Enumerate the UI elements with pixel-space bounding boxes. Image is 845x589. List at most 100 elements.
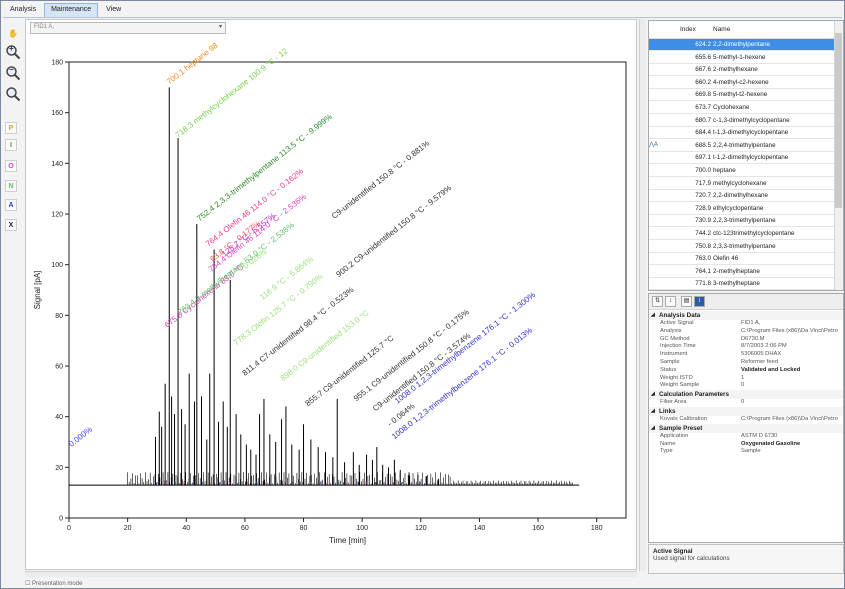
component-name: 2,3,3-trimethylpentane <box>713 242 776 250</box>
list-item[interactable]: 763.0 Olefin 46 <box>649 253 835 266</box>
alphabetical-sort-icon[interactable]: ↕ <box>665 296 676 307</box>
property-category[interactable]: ◢ Analysis Data <box>649 311 843 320</box>
property-category[interactable]: ◢ Calculation Parameters <box>649 390 843 400</box>
property-row[interactable]: Analysis C:\Program Files (x86)\Da Vinci\… <box>649 327 843 336</box>
property-row[interactable]: Injection Time 8/7/2003 2:06 PM <box>649 343 843 351</box>
x-tick-label: 160 <box>532 525 544 532</box>
zoom-out-icon[interactable]: − <box>5 65 21 81</box>
retention-index: 728.9 <box>695 204 711 212</box>
property-key: Instrument <box>660 351 688 358</box>
property-row[interactable]: Weight Sample 0 <box>649 382 843 390</box>
column-header-name[interactable]: Name <box>713 26 730 33</box>
component-name: 4-methyl-c2-hexene <box>713 78 769 86</box>
property-row[interactable]: GC Method D6730.M <box>649 335 843 344</box>
olefins-filter-icon[interactable]: O <box>5 160 17 172</box>
property-row[interactable]: Name Oxygenated Gasoline <box>649 440 843 449</box>
vertical-scrollbar[interactable] <box>639 19 646 571</box>
peak-marker-dot <box>301 482 304 484</box>
list-item[interactable]: 744.2 ctc-123trimethylcyclopentane <box>649 228 835 240</box>
list-item[interactable]: 764.1 2-methylheptane <box>649 266 835 278</box>
description-text: Used signal for calculations <box>653 555 730 562</box>
peak-marker-dot <box>337 482 340 484</box>
x-tick-label: 20 <box>124 525 132 532</box>
paraffins-filter-icon[interactable]: P <box>5 122 17 134</box>
property-value: FID1 A, <box>741 320 761 326</box>
property-pages-icon[interactable]: ▤ <box>681 296 692 307</box>
component-name: c-1,3-dimethylcyclopentane <box>713 116 790 124</box>
list-item[interactable]: 717.9 methylcyclohexane <box>649 178 835 190</box>
property-row[interactable]: Instrument 5306005 DHAX <box>649 351 843 359</box>
component-name: 2,2,4-trimethylpentane <box>713 141 776 149</box>
peak-marker-dot <box>319 482 322 484</box>
unknowns-filter-icon[interactable]: X <box>5 219 17 231</box>
list-item[interactable]: 624.2 2,2-dimethylpentane <box>649 39 835 51</box>
retention-index: 684.4 <box>695 129 711 137</box>
property-row[interactable]: Type Sample <box>649 448 843 456</box>
categorized-sort-icon[interactable]: ⇅ <box>652 296 663 307</box>
property-category[interactable]: ◢ Links <box>649 407 843 416</box>
aromatics-filter-icon[interactable]: A <box>5 199 17 211</box>
retention-index: 655.6 <box>695 53 711 61</box>
property-value: Validated and Locked <box>741 366 801 373</box>
list-scroll-thumb[interactable] <box>835 33 842 208</box>
retention-index: 763.0 <box>695 255 711 263</box>
component-name: Cyclohexane <box>713 104 750 111</box>
collapse-icon[interactable]: ◢ <box>651 425 655 431</box>
list-item[interactable]: 688.5 2,2,4-trimethylpentane ⋀A <box>649 140 835 152</box>
property-row[interactable]: Active Signal FID1 A, <box>649 320 843 328</box>
isoparaffins-filter-icon[interactable]: I <box>5 139 17 151</box>
tab-analysis[interactable]: Analysis <box>3 3 43 17</box>
list-item[interactable]: 730.9 2,2,3-trimethylpentane <box>649 215 835 228</box>
column-header-index[interactable]: Index <box>680 26 696 33</box>
list-item[interactable]: 750.8 2,3,3-trimethylpentane <box>649 241 835 253</box>
property-value: Sample <box>741 448 761 455</box>
component-name: 5-methyl-1-hexene <box>713 53 766 61</box>
retention-index: 660.2 <box>695 78 711 86</box>
y-tick-label: 100 <box>51 262 63 269</box>
horizontal-scrollbar[interactable] <box>25 571 637 577</box>
list-item[interactable]: 673.7 Cyclohexane <box>649 102 835 114</box>
list-item[interactable]: 669.8 5-methyl-t2-hexene <box>649 89 835 102</box>
list-item[interactable]: 728.9 ethylcyclopentane <box>649 203 835 215</box>
property-key: Weight Sample <box>660 382 700 389</box>
property-row[interactable]: Kovats Calibration C:\Program Files (x86)… <box>649 416 843 424</box>
list-item[interactable]: 697.1 t-1,2-dimethylcyclopentane <box>649 152 835 165</box>
collapse-icon[interactable]: ◢ <box>651 391 655 397</box>
zoom-in-icon[interactable]: + <box>5 44 21 60</box>
list-item[interactable]: 720.7 2,2-dimethylhexane <box>649 190 835 203</box>
list-item[interactable]: 655.6 5-methyl-1-hexene <box>649 52 835 64</box>
x-tick-label: 140 <box>474 525 486 532</box>
pan-hand-icon[interactable]: ✋ <box>5 25 21 41</box>
x-tick-label: 0 <box>67 525 71 532</box>
chromatogram-chart[interactable]: 0 20 40 60 80 100 120 140 160 180 0 20 40 60 80 100 120 1… <box>26 20 638 571</box>
tab-view[interactable]: View <box>99 3 128 17</box>
tab-maintenance[interactable]: Maintenance <box>44 3 99 17</box>
presentation-mode-label[interactable]: ☐ Presentation mode <box>25 580 82 587</box>
info-icon[interactable]: i <box>694 296 705 307</box>
collapse-icon[interactable]: ◢ <box>651 408 655 414</box>
property-key: Analysis <box>660 327 682 334</box>
list-item[interactable]: 680.7 c-1,3-dimethylcyclopentane <box>649 115 835 127</box>
peak-link-icon[interactable]: ⋀A <box>649 140 673 151</box>
property-category[interactable]: ◢ Sample Preset <box>649 423 843 433</box>
list-item[interactable]: 684.4 t-1,3-dimethylcyclopentane <box>649 127 835 140</box>
component-name: 2,2-dimethylhexane <box>713 192 768 200</box>
property-row[interactable]: Sample Reformer feed <box>649 359 843 367</box>
presentation-mode-text: Presentation mode <box>32 581 83 587</box>
list-item[interactable]: 667.6 2-methylhexane <box>649 64 835 77</box>
list-item[interactable]: 700.0 heptane <box>649 165 835 177</box>
list-scrollbar[interactable] <box>834 21 843 290</box>
collapse-icon[interactable]: ◢ <box>651 312 655 318</box>
property-row[interactable]: Status Validated and Locked <box>649 366 843 375</box>
property-row[interactable]: Weight ISTD 1 <box>649 375 843 383</box>
list-item[interactable]: 771.8 3-methylheptane <box>649 278 835 290</box>
property-row[interactable]: Application ASTM D 6730 <box>649 433 843 441</box>
naphthenes-filter-icon[interactable]: N <box>5 180 17 192</box>
list-item[interactable]: 660.2 4-methyl-c2-hexene <box>649 77 835 89</box>
peak-marker-dot <box>365 482 367 484</box>
zoom-reset-icon[interactable] <box>5 86 21 102</box>
property-grid: ⇅ ↕ ▤ i ◢ Analysis Data Active Signal FID1 … <box>648 293 844 543</box>
property-key: Name <box>660 440 676 447</box>
property-row[interactable]: Filter Area 0 <box>649 399 843 407</box>
property-key: GC Method <box>660 335 690 342</box>
